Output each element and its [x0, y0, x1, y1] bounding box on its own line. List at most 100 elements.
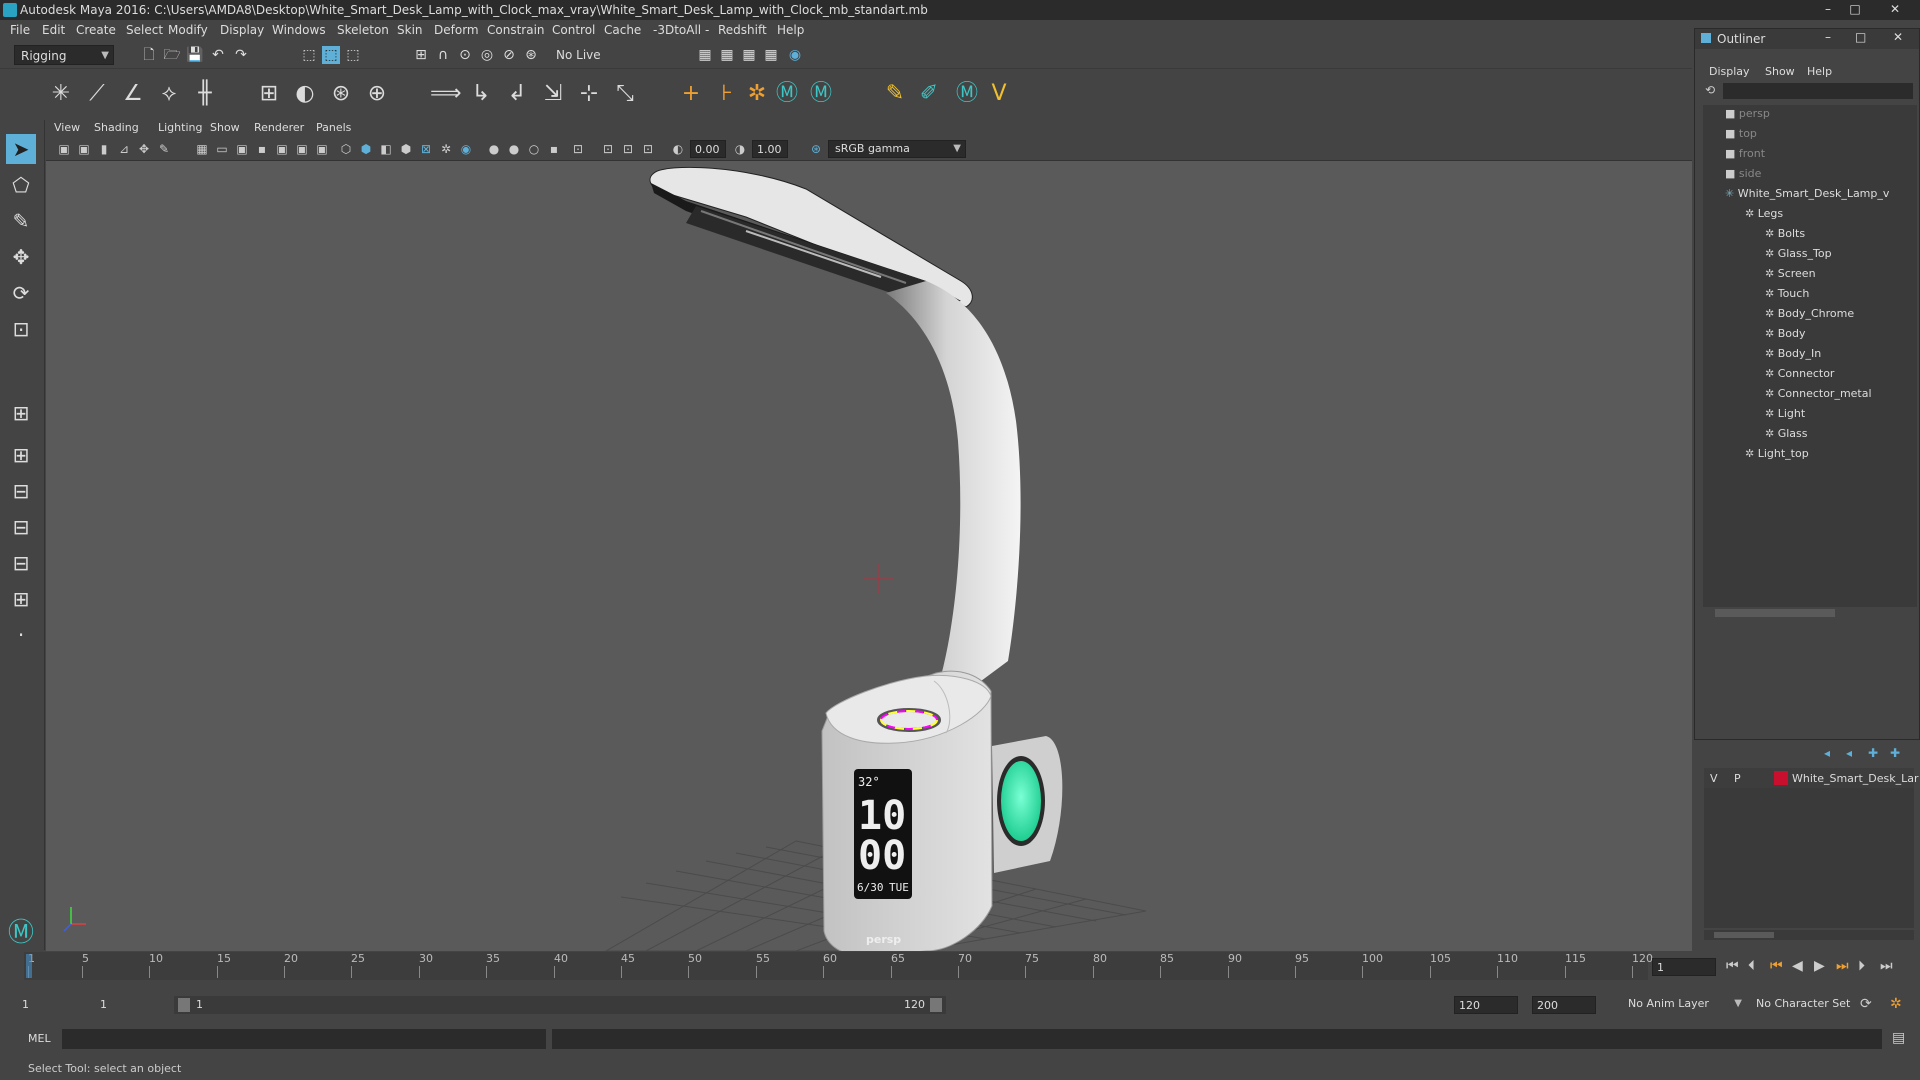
resolution-gate-icon[interactable]: ▣: [234, 141, 250, 157]
colorspace-dropdown[interactable]: sRGB gamma ▼: [828, 140, 966, 158]
time-slider[interactable]: 1510152025303540455055606570758085909510…: [0, 952, 1920, 988]
panel-menu-panels[interactable]: Panels: [316, 121, 351, 134]
render-frame-icon[interactable]: ▦: [696, 46, 714, 64]
outliner-menu-help[interactable]: Help: [1807, 65, 1832, 78]
viewport-scene[interactable]: 32° 10 00 6/30 TUE persp: [46, 161, 1692, 951]
range-bar[interactable]: 1 120: [174, 996, 946, 1014]
prev-key-icon[interactable]: ⏮: [1770, 958, 1783, 974]
joint-tool-icon[interactable]: ✳: [46, 79, 76, 109]
outliner-item[interactable]: ✲ Legs: [1745, 207, 1783, 220]
grid-icon[interactable]: ▦: [194, 141, 210, 157]
xray-icon[interactable]: ⊡: [570, 141, 586, 157]
menu-3dtoall[interactable]: -3DtoAll -: [653, 23, 709, 37]
snap-point-icon[interactable]: ⊙: [456, 46, 474, 64]
outliner-item[interactable]: ✲ Glass_Top: [1765, 247, 1832, 260]
menu-display[interactable]: Display: [220, 23, 264, 37]
four-view-icon[interactable]: ⊞: [6, 440, 36, 470]
v-tool-icon[interactable]: V: [984, 79, 1014, 109]
locator-icon[interactable]: +: [676, 79, 706, 109]
range-start-handle[interactable]: [178, 998, 190, 1012]
new-layer-selected-icon[interactable]: ✚: [1890, 746, 1900, 760]
outliner-item[interactable]: ✲ Body_Chrome: [1765, 307, 1854, 320]
motion-blur-icon[interactable]: ●: [486, 141, 502, 157]
live-surface-field[interactable]: No Live Surface: [550, 45, 640, 82]
paint-weights-icon[interactable]: ✎: [880, 79, 910, 109]
bookmark-icon[interactable]: ▮: [96, 141, 112, 157]
wireframe-icon[interactable]: ⬡: [338, 141, 354, 157]
menu-modify[interactable]: Modify: [168, 23, 208, 37]
anim-prefs-icon[interactable]: ✲: [1890, 996, 1902, 1012]
ik-spline-icon[interactable]: ∠: [118, 79, 148, 109]
shape-editor-icon[interactable]: Ⓜ: [806, 79, 836, 109]
snap-surface-icon[interactable]: ⊘: [500, 46, 518, 64]
menu-create[interactable]: Create: [76, 23, 116, 37]
end-time-field[interactable]: 200: [1532, 996, 1596, 1014]
outliner-item[interactable]: ✲ Body_In: [1765, 347, 1821, 360]
new-scene-icon[interactable]: 🗋: [140, 46, 158, 64]
exposure-icon[interactable]: ◐: [670, 141, 686, 157]
xray-joints-icon[interactable]: ⊡: [600, 141, 616, 157]
image-plane-icon[interactable]: ⊿: [116, 141, 132, 157]
outliner-item[interactable]: ✲ Body: [1765, 327, 1806, 340]
panel-menu-renderer[interactable]: Renderer: [254, 121, 304, 134]
outliner-menu-display[interactable]: Display: [1709, 65, 1750, 78]
open-scene-icon[interactable]: 🗁: [163, 46, 181, 64]
viewport-persp[interactable]: 32° 10 00 6/30 TUE persp: [46, 161, 1692, 951]
wrap-icon[interactable]: ⊕: [362, 79, 392, 109]
camera-attributes-icon[interactable]: ▣: [76, 141, 92, 157]
new-layer-icon[interactable]: ✚: [1868, 746, 1878, 760]
depth-of-field-icon[interactable]: ○: [526, 141, 542, 157]
outliner-item[interactable]: ✲ Light_top: [1745, 447, 1809, 460]
safe-action-icon[interactable]: ▣: [294, 141, 310, 157]
outliner-item[interactable]: ■ front: [1725, 147, 1765, 160]
go-to-start-icon[interactable]: ⏮: [1726, 958, 1739, 974]
outliner-search-field[interactable]: [1723, 83, 1913, 99]
gamma-field[interactable]: 1.00: [752, 140, 788, 158]
paint-select-icon[interactable]: ✎: [6, 206, 36, 236]
undo-icon[interactable]: ↶: [209, 46, 227, 64]
panel-menu-shading[interactable]: Shading: [94, 121, 139, 134]
shadows-icon[interactable]: ✲: [438, 141, 454, 157]
move-tool-icon[interactable]: ✥: [6, 242, 36, 272]
menu-windows[interactable]: Windows: [272, 23, 326, 37]
outliner-item[interactable]: ■ top: [1725, 127, 1757, 140]
auto-key-icon[interactable]: ⟳: [1860, 996, 1872, 1012]
panel-menu-view[interactable]: View: [54, 121, 80, 134]
outliner-minimize-button[interactable]: –: [1825, 30, 1831, 44]
outliner-item[interactable]: ✲ Touch: [1765, 287, 1809, 300]
outliner-item[interactable]: ✳ White_Smart_Desk_Lamp_v: [1725, 187, 1889, 200]
xray-components-icon[interactable]: ⊡: [620, 141, 636, 157]
menu-edit[interactable]: Edit: [42, 23, 65, 37]
backface-icon[interactable]: ⊡: [640, 141, 656, 157]
outliner-item[interactable]: ✲ Bolts: [1765, 227, 1805, 240]
menu-select[interactable]: Select: [126, 23, 163, 37]
panel-menu-lighting[interactable]: Lighting: [158, 121, 202, 134]
bind-skin-icon[interactable]: ⊞: [254, 79, 284, 109]
scale-tool-icon[interactable]: ⊡: [6, 314, 36, 344]
outliner-filter-icon[interactable]: ⟲: [1705, 83, 1715, 97]
grease-pencil-icon[interactable]: ✎: [156, 141, 172, 157]
outliner-item[interactable]: ✲ Screen: [1765, 267, 1816, 280]
layer-name[interactable]: White_Smart_Desk_Lar: [1792, 772, 1919, 785]
minimize-button[interactable]: –: [1818, 2, 1838, 16]
menu-skin[interactable]: Skin: [397, 23, 423, 37]
scale-constraint-icon[interactable]: ⇲: [538, 79, 568, 109]
menu-control[interactable]: Control: [552, 23, 595, 37]
select-camera-icon[interactable]: ▣: [56, 141, 72, 157]
isolate-select-icon[interactable]: ▪: [546, 141, 562, 157]
character-icon[interactable]: Ⓜ: [952, 79, 982, 109]
cluster-handle-icon[interactable]: ⊦: [712, 79, 742, 109]
outliner-close-button[interactable]: ✕: [1893, 30, 1903, 44]
rotate-tool-icon[interactable]: ⟳: [6, 278, 36, 308]
start-time-field[interactable]: 1: [18, 996, 82, 1014]
outliner-item[interactable]: ✲ Glass: [1765, 427, 1808, 440]
select-hierarchy-icon[interactable]: ⬚: [300, 46, 318, 64]
menu-deform[interactable]: Deform: [434, 23, 479, 37]
2d-pan-icon[interactable]: ✥: [136, 141, 152, 157]
cmd-language-label[interactable]: MEL: [28, 1032, 51, 1045]
film-gate-icon[interactable]: ▭: [214, 141, 230, 157]
color-management-icon[interactable]: ⊛: [808, 141, 824, 157]
outliner-item[interactable]: ■ persp: [1725, 107, 1770, 120]
script-editor-icon[interactable]: ▤: [1892, 1030, 1905, 1046]
anim-layer-dropdown[interactable]: No Anim Layer ▼: [1622, 996, 1746, 1014]
